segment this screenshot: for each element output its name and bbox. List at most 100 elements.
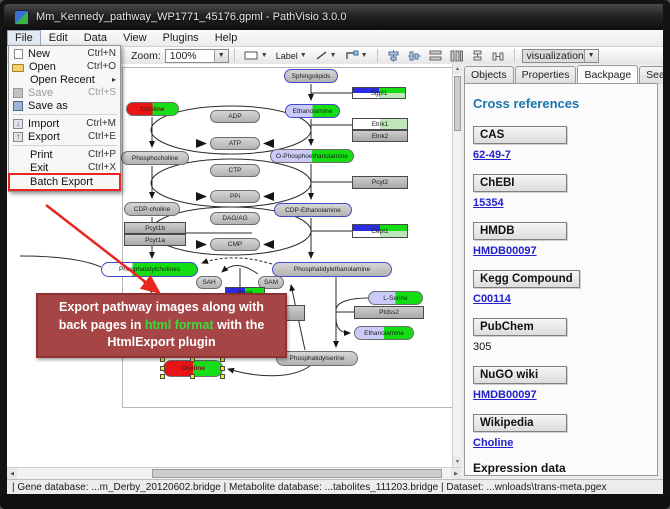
selection-handle[interactable] (190, 357, 195, 362)
node-ptdss2[interactable]: Ptdss2 (354, 306, 424, 319)
chevron-down-icon[interactable]: ▼ (584, 50, 598, 62)
file-menu-item-export[interactable]: ↑ExportCtrl+E (9, 130, 120, 143)
node-pcyt1a[interactable]: Pcyt1a (124, 234, 186, 246)
menu-data[interactable]: Data (76, 30, 115, 46)
menu-edit[interactable]: Edit (41, 30, 76, 46)
open-icon (12, 64, 24, 72)
xref-value-wikipedia[interactable]: Choline (473, 437, 649, 449)
node-etnk2[interactable]: Etnk2 (352, 130, 408, 142)
visualization-value: visualization (527, 50, 584, 62)
node-phosphocholine[interactable]: Phosphocholine (121, 151, 189, 165)
node-cdp-ethanolamine[interactable]: CDP-Ethanolamine (274, 203, 352, 217)
xref-header-cas: CAS (473, 126, 567, 144)
line-tool-button[interactable]: ▼ (312, 47, 340, 64)
export-annotation: Export pathway images along with back pa… (36, 293, 287, 358)
selection-handle[interactable] (190, 374, 195, 379)
menu-help[interactable]: Help (207, 30, 246, 46)
file-menu-item-open-recent[interactable]: Open Recent▸ (9, 73, 120, 86)
selection-handle[interactable] (220, 357, 225, 362)
common-width-button[interactable] (426, 47, 445, 64)
file-menu-item-import[interactable]: ↓ImportCtrl+M (9, 117, 120, 130)
node-cmp[interactable]: CMP (210, 238, 260, 251)
cross-references-heading: Cross references (473, 96, 649, 111)
tab-backpage[interactable]: Backpage (577, 65, 638, 83)
connector-tool-button[interactable]: ▼ (342, 47, 371, 64)
xref-value-kegg-compound[interactable]: C00114 (473, 293, 649, 305)
selection-handle[interactable] (220, 374, 225, 379)
node-ctp[interactable]: CTP (210, 164, 260, 177)
zoom-combobox[interactable]: 100% ▼ (165, 49, 229, 63)
node-label: SAM (264, 279, 278, 286)
datanode-template-button[interactable]: ▼ (241, 47, 271, 64)
node-sphingolipids[interactable]: Sphingolipids (284, 69, 338, 83)
horizontal-scroll-thumb[interactable] (152, 469, 442, 478)
node-adp[interactable]: ADP (210, 110, 260, 123)
node-sah[interactable]: SAH (196, 276, 222, 289)
node-label: L-Serine (383, 295, 408, 302)
node-phosphatidylethanolamine[interactable]: Phosphatidylethanolamine (272, 262, 392, 277)
xref-value-hmdb[interactable]: HMDB00097 (473, 245, 649, 257)
node-label: PPi (230, 193, 240, 200)
common-height-button[interactable] (447, 47, 466, 64)
selection-handle[interactable] (160, 366, 165, 371)
import-icon: ↓ (13, 119, 23, 129)
visualization-combobox[interactable]: visualization ▼ (522, 49, 599, 63)
file-menu-item-exit[interactable]: ExitCtrl+X (9, 161, 120, 174)
chevron-down-icon[interactable]: ▼ (330, 52, 337, 59)
align-center-y-button[interactable] (405, 47, 424, 64)
node-pcyt2[interactable]: Pcyt2 (352, 176, 408, 189)
menu-file[interactable]: File (7, 30, 41, 46)
stack-horizontal-button[interactable] (489, 47, 508, 64)
canvas-vertical-scrollbar[interactable]: ▲ ▼ (452, 64, 461, 467)
node-choline[interactable]: Choline (126, 102, 179, 116)
node-etnk1[interactable]: Etnk1 (352, 118, 408, 130)
scroll-left-icon[interactable]: ◀ (7, 468, 17, 479)
node-pcyt1b[interactable]: Pcyt1b (124, 222, 186, 234)
file-menu-item-save[interactable]: SaveCtrl+S (9, 86, 120, 99)
chevron-down-icon[interactable]: ▼ (361, 52, 368, 59)
menu-separator (12, 145, 117, 146)
node-label: Ptdss2 (379, 309, 399, 316)
stack-vertical-button[interactable] (468, 47, 487, 64)
xref-value-chebi[interactable]: 15354 (473, 197, 649, 209)
file-menu-item-new[interactable]: NewCtrl+N (9, 47, 120, 60)
node-ethanolamine[interactable]: Ethanolamine (354, 326, 414, 340)
selection-handle[interactable] (220, 366, 225, 371)
vertical-scroll-thumb[interactable] (454, 76, 461, 131)
chevron-down-icon[interactable]: ▼ (214, 50, 228, 62)
node-cept1[interactable]: Cept1 (352, 224, 408, 238)
selection-handle[interactable] (160, 374, 165, 379)
node-phosphatidylserine[interactable]: Phosphatidylserine (276, 351, 358, 366)
menu-plugins[interactable]: Plugins (155, 30, 207, 46)
title-bar[interactable]: Mm_Kennedy_pathway_WP1771_45176.gpml - P… (4, 4, 666, 30)
scroll-right-icon[interactable]: ▶ (451, 468, 461, 479)
node-dag-ag[interactable]: DAG/AG (210, 212, 260, 225)
window-frame (663, 4, 670, 496)
file-menu-item-open[interactable]: OpenCtrl+O (9, 60, 120, 73)
tab-objects[interactable]: Objects (464, 66, 514, 84)
canvas-horizontal-scrollbar[interactable]: ◀ ▶ (7, 467, 461, 479)
tab-properties[interactable]: Properties (515, 66, 577, 84)
label-template-button[interactable]: Label ▼ (273, 47, 310, 64)
xref-value-cas[interactable]: 62-49-7 (473, 149, 649, 161)
node-o-phosphoethanolamine[interactable]: O-Phosphoethanolamine (270, 149, 354, 163)
node-label: Choline (141, 106, 165, 113)
toolbar-separator (234, 49, 235, 62)
align-center-x-button[interactable] (384, 47, 403, 64)
xref-value-nugo-wiki[interactable]: HMDB00097 (473, 389, 649, 401)
node-atp[interactable]: ATP (210, 137, 260, 150)
menu-view[interactable]: View (115, 30, 155, 46)
file-menu-item-save-as[interactable]: Save as (9, 99, 120, 112)
node-cdp-choline[interactable]: CDP-choline (124, 202, 180, 216)
node-ppi[interactable]: PPi (210, 190, 260, 203)
node-l-serine[interactable]: L-Serine (368, 291, 423, 305)
file-menu-item-batch-export[interactable]: Batch Export (9, 174, 120, 190)
file-menu-item-print[interactable]: PrintCtrl+P (9, 148, 120, 161)
node-ethanolamine[interactable]: Ethanolamine (285, 104, 340, 118)
window-frame (0, 494, 670, 509)
selection-handle[interactable] (160, 357, 165, 362)
chevron-down-icon[interactable]: ▼ (300, 52, 307, 59)
node-phosphatidylcholines[interactable]: Phosphatidylcholines (101, 262, 198, 277)
chevron-down-icon[interactable]: ▼ (261, 52, 268, 59)
node-sgpl1[interactable]: Sgpl1 (352, 87, 406, 99)
